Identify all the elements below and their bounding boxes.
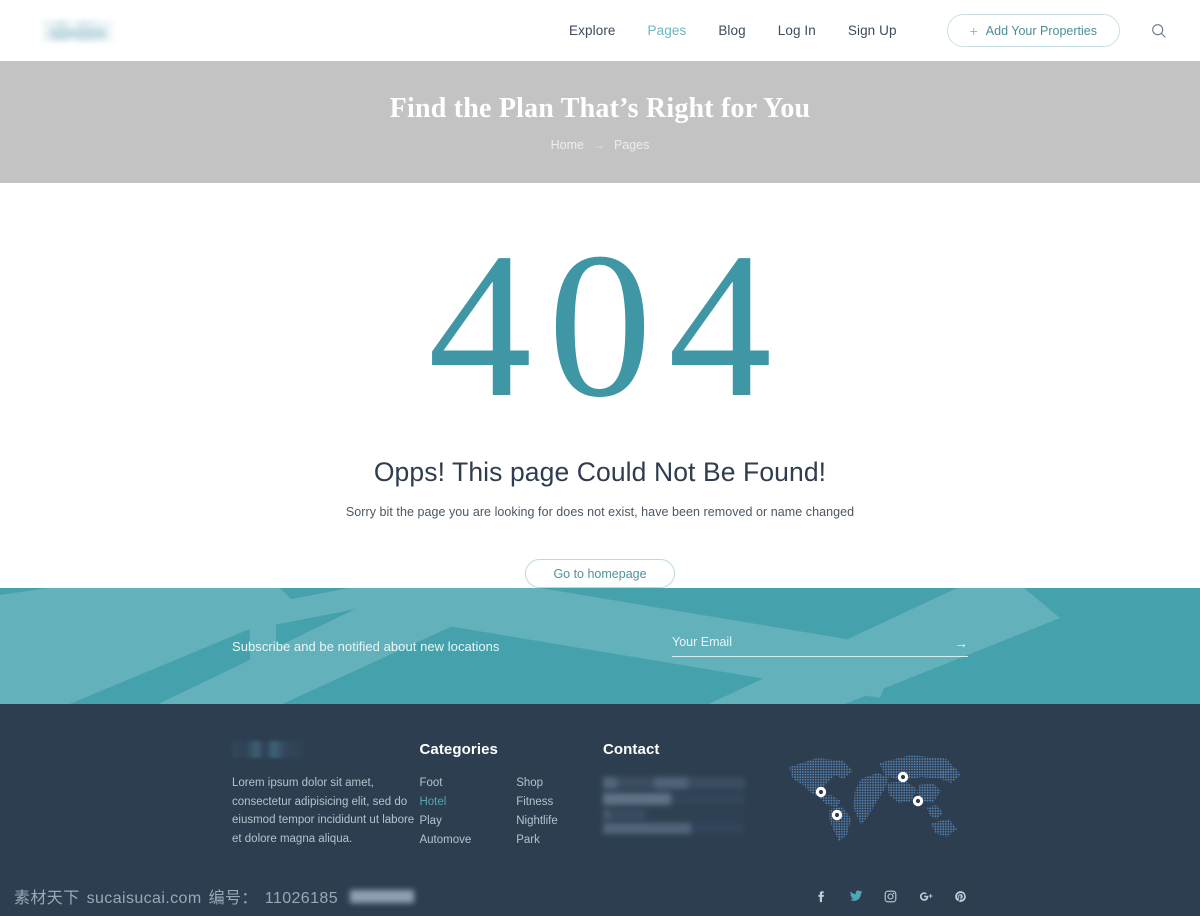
page-title: Find the Plan That’s Right for You — [389, 92, 811, 124]
social-links — [813, 889, 968, 904]
error-code: 404 — [428, 210, 788, 440]
footer-about-text: Lorem ipsum dolor sit amet, consectetur … — [232, 777, 415, 845]
site-footer: Lorem ipsum dolor sit amet, consectetur … — [0, 704, 1200, 876]
category-hotel[interactable]: Hotel — [419, 796, 506, 808]
pinterest-icon[interactable] — [953, 889, 968, 904]
facebook-icon[interactable] — [813, 889, 828, 904]
watermark: 素材天下 sucaisucai.com 编号： 11026185 — [14, 884, 414, 908]
nav-item-login[interactable]: Log In — [762, 23, 832, 38]
submit-arrow-icon[interactable]: → — [954, 636, 968, 650]
watermark-redacted — [350, 889, 414, 903]
site-header: Explore Pages Blog Log In Sign Up + Add … — [0, 0, 1200, 61]
main-navigation: Explore Pages Blog Log In Sign Up + Add … — [553, 14, 1176, 47]
category-park[interactable]: Park — [516, 834, 603, 846]
newsletter-text: Subscribe and be notified about new loca… — [232, 638, 500, 654]
breadcrumb-home[interactable]: Home — [551, 138, 584, 152]
nav-item-pages[interactable]: Pages — [632, 23, 703, 38]
footer-about-column: Lorem ipsum dolor sit amet, consectetur … — [232, 741, 419, 876]
footer-categories-column: Categories Foot Shop Hotel Fitness Play … — [419, 741, 603, 876]
search-icon[interactable] — [1148, 20, 1170, 42]
nav-item-signup[interactable]: Sign Up — [832, 23, 913, 38]
footer-logo[interactable] — [232, 741, 304, 758]
newsletter-form: → — [672, 635, 968, 657]
category-foot[interactable]: Foot — [419, 777, 506, 789]
world-map — [788, 755, 961, 841]
category-nightlife[interactable]: Nightlife — [516, 815, 603, 827]
add-properties-button[interactable]: + Add Your Properties — [946, 14, 1120, 47]
footer-contact-details — [602, 777, 745, 835]
arrow-right-icon: → — [592, 137, 605, 152]
category-automove[interactable]: Automove — [419, 834, 506, 846]
footer-map-column — [781, 741, 968, 876]
breadcrumb: Home → Pages — [551, 138, 650, 152]
newsletter-section: Subscribe and be notified about new loca… — [0, 588, 1200, 704]
site-logo[interactable] — [42, 19, 114, 42]
category-shop[interactable]: Shop — [516, 777, 603, 789]
category-fitness[interactable]: Fitness — [516, 796, 603, 808]
footer-categories-list: Foot Shop Hotel Fitness Play Nightlife A… — [419, 777, 603, 846]
nav-item-blog[interactable]: Blog — [702, 23, 761, 38]
watermark-site: sucaisucai.com — [86, 890, 202, 907]
error-heading: Opps! This page Could Not Be Found! — [373, 457, 827, 487]
watermark-id: 11026185 — [264, 890, 338, 907]
error-description: Sorry bit the page you are looking for d… — [345, 505, 855, 519]
error-content: 404 Opps! This page Could Not Be Found! … — [0, 183, 1200, 588]
footer-contact-heading: Contact — [602, 741, 660, 758]
breadcrumb-current: Pages — [613, 137, 650, 152]
watermark-brand-cn: 素材天下 — [14, 890, 80, 907]
category-play[interactable]: Play — [419, 815, 506, 827]
nav-item-explore[interactable]: Explore — [553, 23, 631, 38]
go-to-homepage-button[interactable]: Go to homepage — [525, 559, 675, 588]
instagram-icon[interactable] — [883, 889, 898, 904]
plus-icon: + — [969, 22, 978, 39]
twitter-icon[interactable] — [848, 889, 863, 904]
add-properties-label: Add Your Properties — [985, 23, 1097, 38]
watermark-id-label: 编号： — [208, 890, 258, 907]
page-hero-banner: Find the Plan That’s Right for You Home … — [0, 61, 1200, 183]
footer-contact-column: Contact — [602, 741, 781, 876]
google-plus-icon[interactable] — [918, 889, 933, 904]
footer-bottom-bar: 素材天下 sucaisucai.com 编号： 11026185 — [0, 876, 1200, 916]
email-input[interactable] — [672, 635, 968, 649]
footer-categories-heading: Categories — [419, 741, 498, 758]
